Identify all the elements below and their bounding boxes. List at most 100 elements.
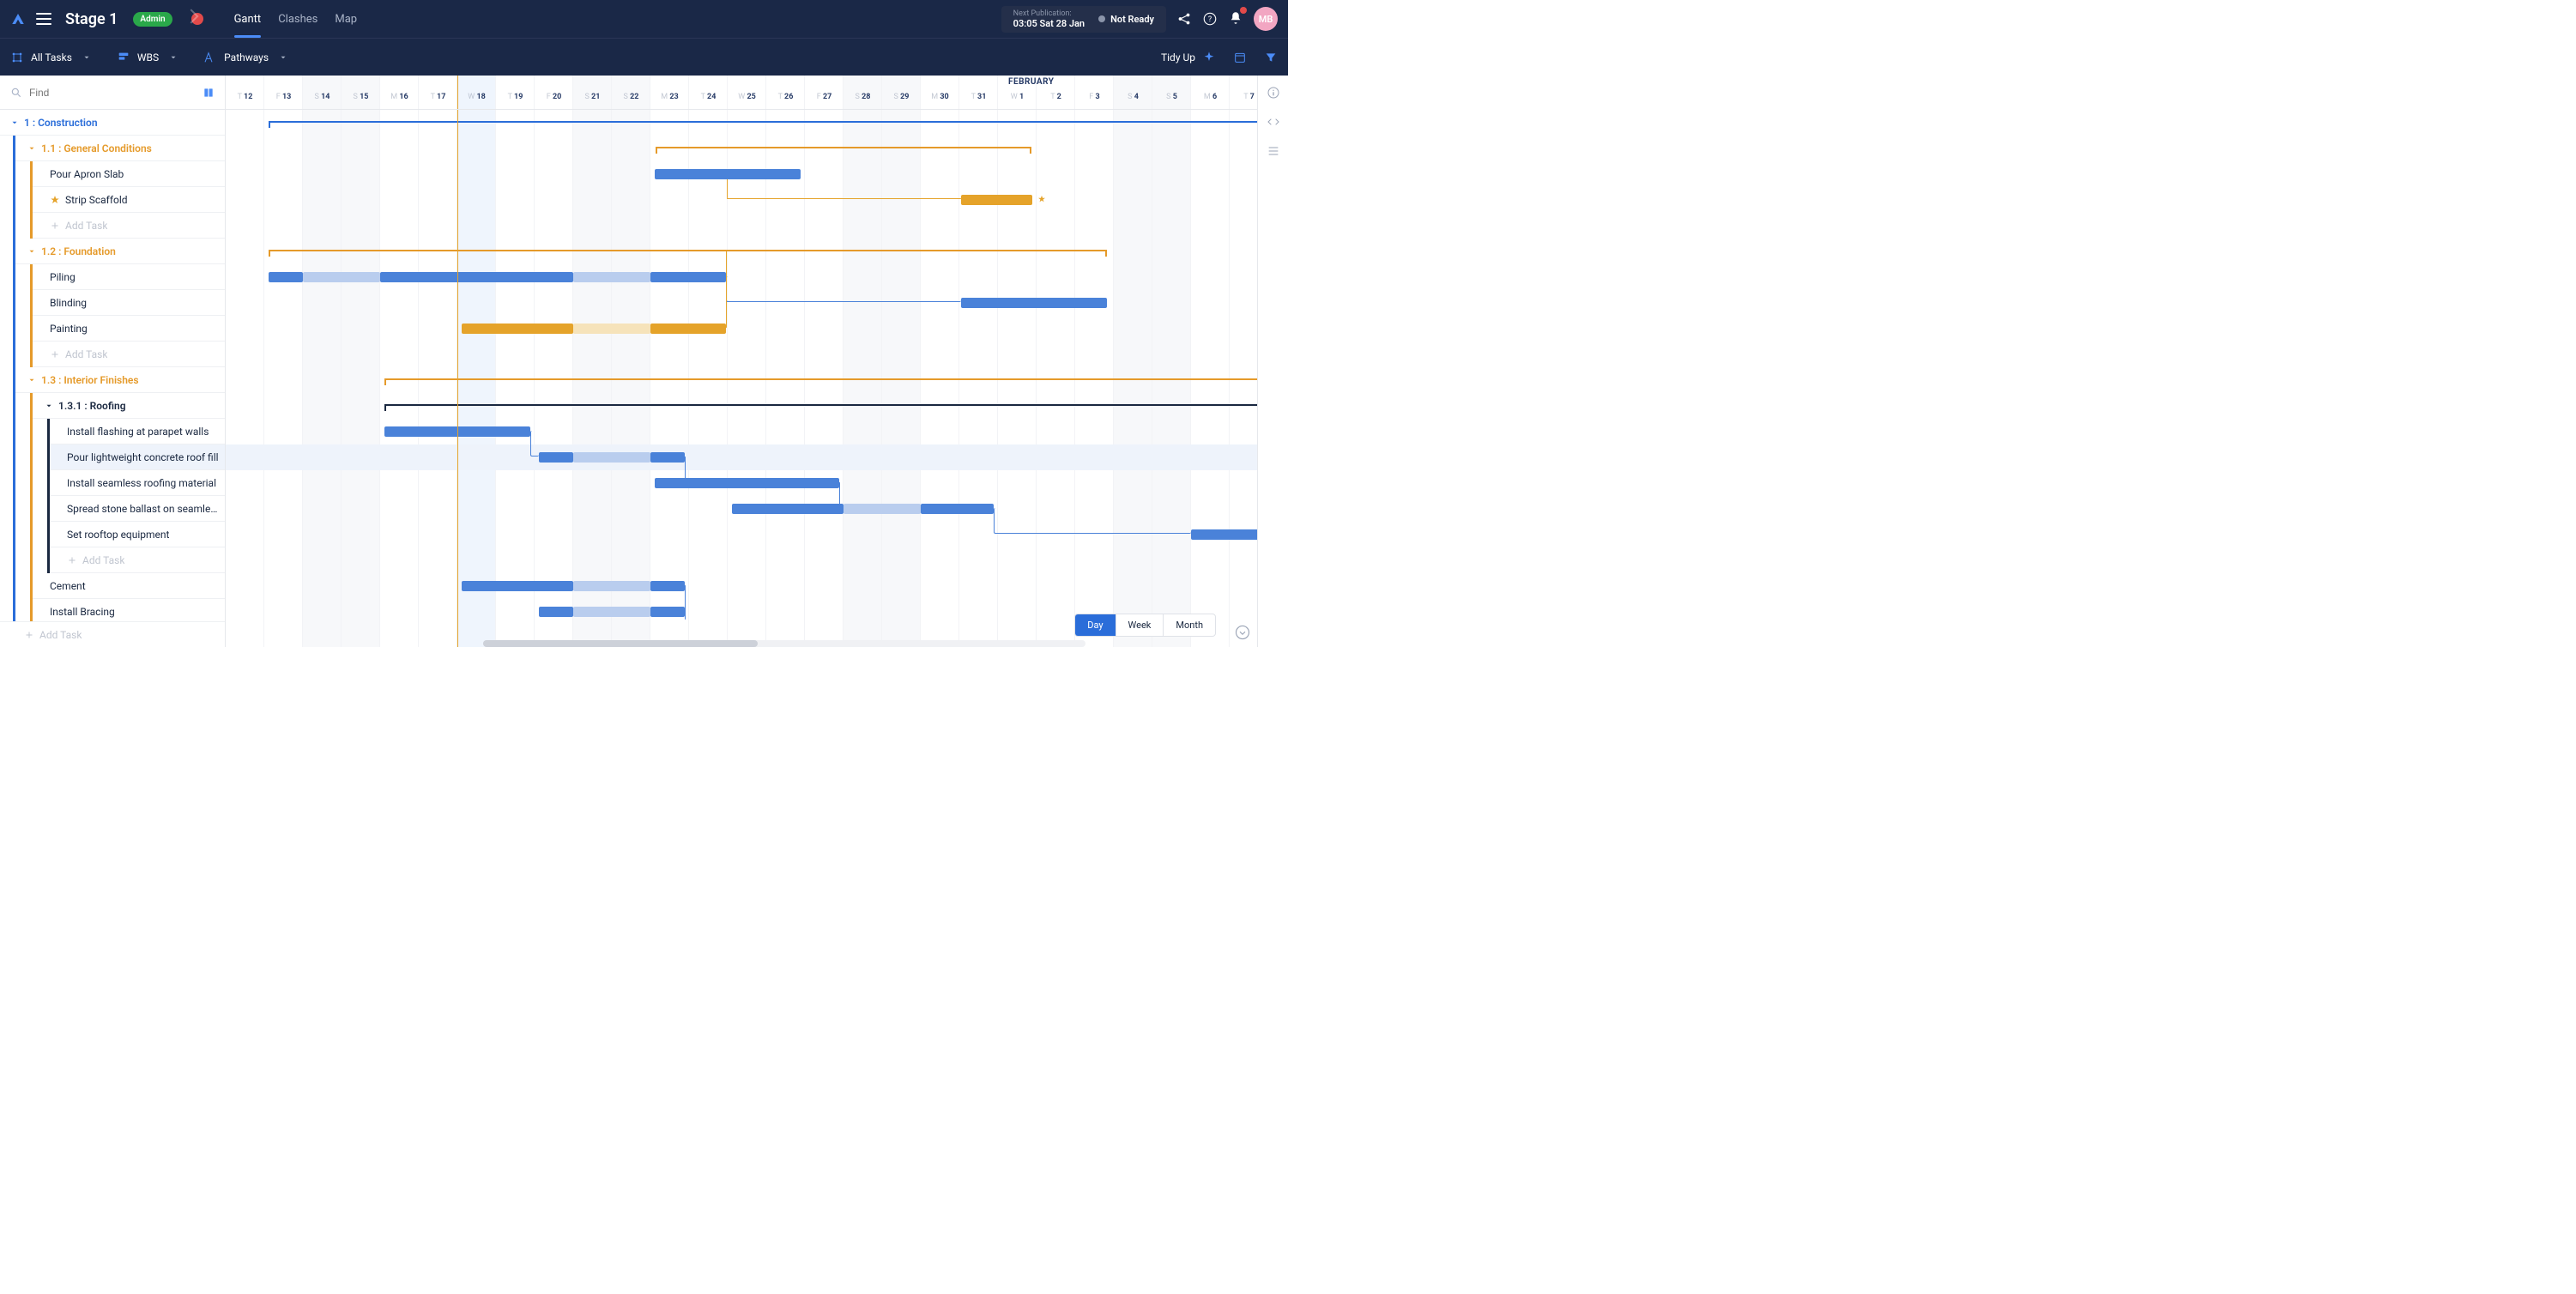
- add-task-bottom[interactable]: Add Task: [0, 621, 225, 647]
- app-logo-icon[interactable]: [10, 11, 26, 27]
- tab-clashes[interactable]: Clashes: [278, 3, 317, 36]
- task-painting[interactable]: Painting: [33, 316, 225, 342]
- list-icon[interactable]: [1267, 144, 1280, 158]
- bar-piling-gap2: [573, 272, 650, 282]
- task-set-rooftop[interactable]: Set rooftop equipment: [50, 522, 225, 547]
- day-label: T 24: [689, 93, 728, 101]
- wbs-icon: [117, 51, 130, 64]
- add-task-foundation[interactable]: Add Task: [33, 342, 225, 367]
- bar-painting-gap: [573, 324, 650, 334]
- day-label: F 13: [264, 93, 303, 101]
- gantt-chart[interactable]: FEBRUARY T 12F 13S 14S 15M 16T 17W 18T 1…: [226, 76, 1257, 647]
- bar-piling-c[interactable]: [650, 272, 726, 282]
- chevron-down-icon: [82, 53, 91, 62]
- filter-pathways[interactable]: Pathways: [203, 51, 287, 64]
- plus-icon: [50, 221, 60, 231]
- pub-status-text: Not Ready: [1110, 14, 1154, 25]
- task-strip-scaffold[interactable]: Strip Scaffold: [33, 187, 225, 213]
- day-label: T 31: [959, 93, 998, 101]
- task-install-flashing[interactable]: Install flashing at parapet walls: [50, 419, 225, 444]
- bar-spread-b[interactable]: [921, 504, 994, 514]
- filter-icon[interactable]: [1264, 51, 1278, 64]
- bar-install-seamless[interactable]: [655, 478, 839, 488]
- bar-piling-a[interactable]: [269, 272, 303, 282]
- task-pour-lightweight[interactable]: Pour lightweight concrete roof fill: [50, 444, 225, 470]
- svg-text:?: ?: [1208, 15, 1212, 24]
- sparkle-icon: [1202, 51, 1216, 64]
- month-label: FEBRUARY: [1008, 77, 1054, 87]
- bar-strip-scaffold[interactable]: [961, 195, 1032, 205]
- bar-painting-b[interactable]: [650, 324, 726, 334]
- bar-bracing-b[interactable]: [650, 607, 685, 617]
- task-spread-stone[interactable]: Spread stone ballast on seamless…: [50, 496, 225, 522]
- help-icon[interactable]: ?: [1202, 11, 1218, 27]
- code-icon[interactable]: [1267, 115, 1280, 129]
- bar-pour-apron-slab[interactable]: [655, 169, 801, 179]
- day-label: W 18: [457, 93, 496, 101]
- info-icon[interactable]: [1267, 86, 1280, 100]
- task-install-seamless[interactable]: Install seamless roofing material: [50, 470, 225, 496]
- task-install-bracing[interactable]: Install Bracing: [33, 599, 225, 621]
- add-task-gc[interactable]: Add Task: [33, 213, 225, 239]
- zoom-switch: Day Week Month: [1074, 614, 1216, 637]
- tab-map[interactable]: Map: [335, 3, 357, 36]
- day-label: S 15: [342, 93, 380, 101]
- task-cement[interactable]: Cement: [33, 573, 225, 599]
- group-construction[interactable]: 1 : Construction: [0, 110, 225, 136]
- day-label: M 6: [1191, 93, 1230, 101]
- chevron-down-icon: [27, 144, 36, 153]
- day-label: S 5: [1152, 93, 1191, 101]
- star-icon: [1037, 195, 1046, 203]
- group-foundation[interactable]: 1.2 : Foundation: [15, 239, 225, 264]
- chevron-down-icon: [45, 402, 53, 410]
- bar-cement-b[interactable]: [650, 581, 685, 591]
- menu-icon[interactable]: [36, 13, 51, 25]
- zoom-day[interactable]: Day: [1075, 614, 1116, 636]
- filter-wbs[interactable]: WBS: [117, 51, 178, 64]
- search-input[interactable]: [29, 87, 196, 99]
- day-label: S 29: [882, 93, 921, 101]
- tab-gantt[interactable]: Gantt: [234, 3, 262, 36]
- day-label: S 21: [573, 93, 612, 101]
- bar-set-rooftop[interactable]: [1191, 529, 1257, 540]
- bar-cement-a[interactable]: [462, 581, 573, 591]
- group-general-conditions[interactable]: 1.1 : General Conditions: [15, 136, 225, 161]
- group-interior-finishes[interactable]: 1.3 : Interior Finishes: [15, 367, 225, 393]
- share-icon[interactable]: [1176, 11, 1192, 27]
- user-avatar[interactable]: MB: [1254, 7, 1278, 31]
- bar-blinding[interactable]: [961, 298, 1107, 308]
- bar-piling-b[interactable]: [380, 272, 573, 282]
- bar-bracing-a[interactable]: [539, 607, 573, 617]
- bar-painting-a[interactable]: [462, 324, 573, 334]
- horizontal-scrollbar[interactable]: [483, 640, 1085, 647]
- bar-pour-light-b[interactable]: [650, 452, 685, 463]
- plus-icon: [50, 349, 60, 360]
- task-pour-apron-slab[interactable]: Pour Apron Slab: [33, 161, 225, 187]
- day-label: M 30: [921, 93, 959, 101]
- calendar-icon[interactable]: [1233, 51, 1247, 64]
- chevron-down-icon: [10, 118, 19, 127]
- day-label: S 28: [844, 93, 882, 101]
- task-blinding[interactable]: Blinding: [33, 290, 225, 316]
- search-icon: [10, 87, 22, 99]
- pub-time: 03:05 Sat 28 Jan: [1013, 18, 1085, 29]
- group-roofing[interactable]: 1.3.1 : Roofing: [33, 393, 225, 419]
- top-bar: Stage 1 Admin Gantt Clashes Map Next Pub…: [0, 0, 1288, 38]
- notifications-icon[interactable]: [1228, 10, 1243, 28]
- task-piling[interactable]: Piling: [33, 264, 225, 290]
- publication-box[interactable]: Next Publication: 03:05 Sat 28 Jan Not R…: [1001, 6, 1166, 33]
- filter-all-tasks[interactable]: All Tasks: [10, 51, 91, 64]
- bar-spread-gap: [844, 504, 921, 514]
- bar-cement-gap: [573, 581, 650, 591]
- add-task-roofing[interactable]: Add Task: [50, 547, 225, 573]
- tidy-up-button[interactable]: Tidy Up: [1161, 51, 1216, 64]
- zoom-month[interactable]: Month: [1164, 614, 1215, 636]
- day-label: M 16: [380, 93, 419, 101]
- day-label: W 25: [728, 93, 766, 101]
- zoom-week[interactable]: Week: [1116, 614, 1164, 636]
- status-dot-icon[interactable]: [191, 13, 203, 25]
- bar-pour-light-a[interactable]: [539, 452, 573, 463]
- collapse-chevron-icon[interactable]: [1235, 625, 1250, 640]
- columns-icon[interactable]: [203, 87, 215, 99]
- bar-spread-a[interactable]: [732, 504, 844, 514]
